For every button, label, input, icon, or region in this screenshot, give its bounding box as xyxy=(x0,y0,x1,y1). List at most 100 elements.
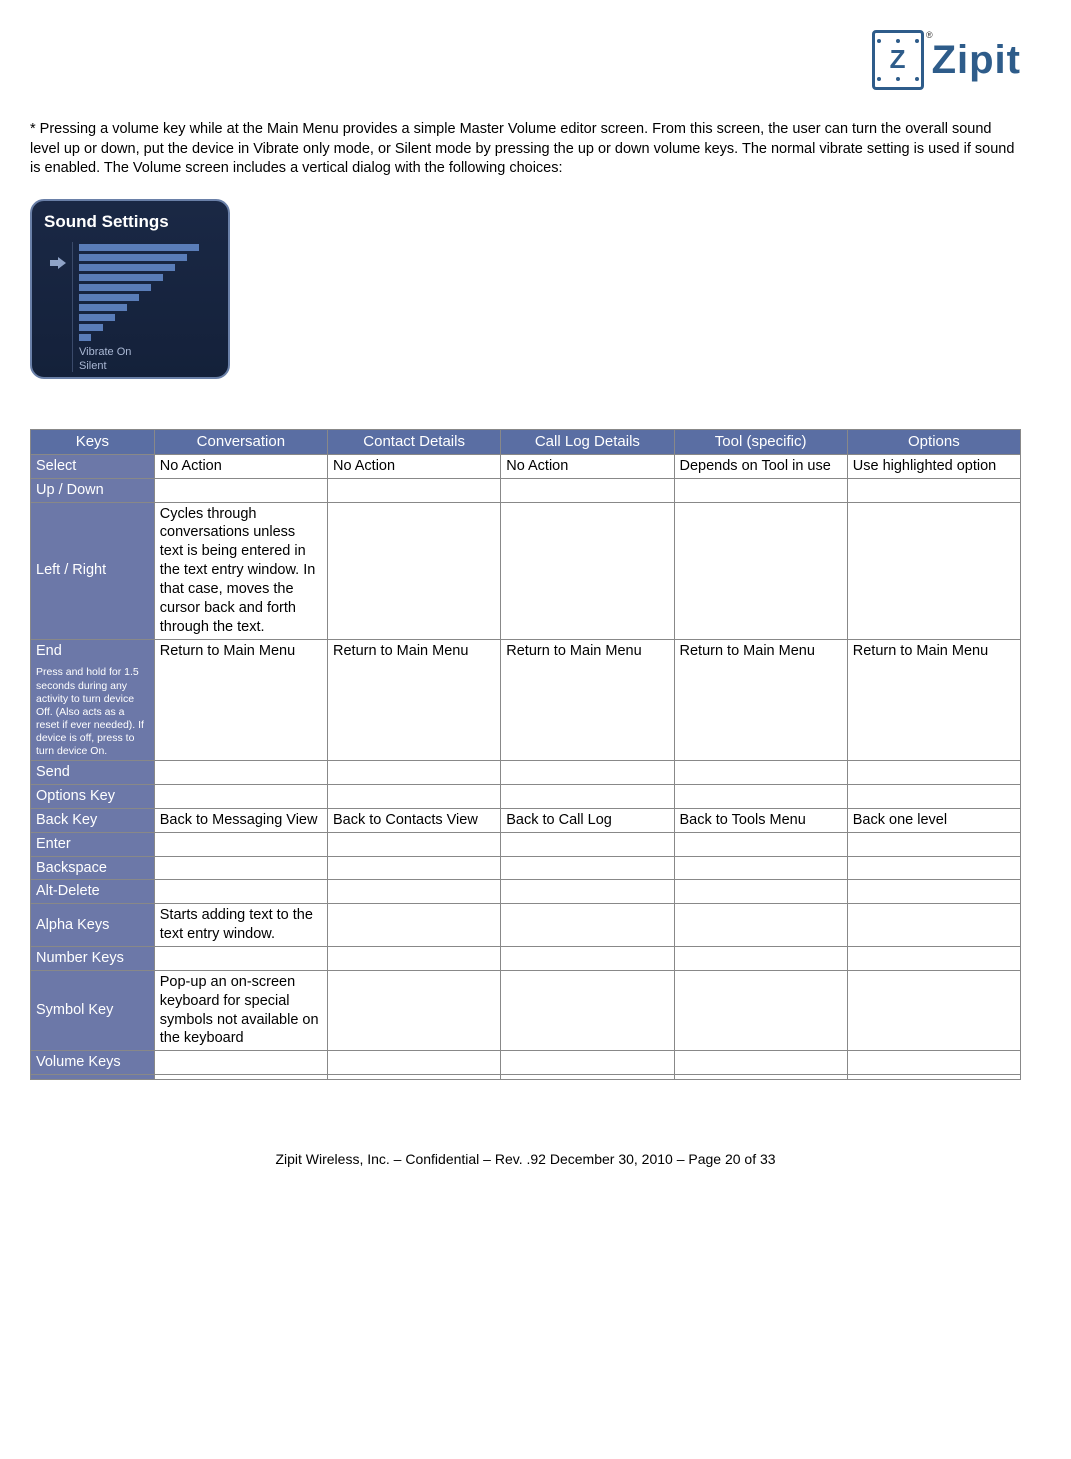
keys-table: KeysConversationContact DetailsCall Log … xyxy=(30,429,1021,1080)
table-cell xyxy=(328,856,501,880)
table-row: Number Keys xyxy=(31,947,1021,971)
table-row: Send xyxy=(31,761,1021,785)
table-cell: Return to Main Menu xyxy=(501,639,674,761)
table-cell xyxy=(674,761,847,785)
key-cell: Number Keys xyxy=(31,947,155,971)
table-header: Tool (specific) xyxy=(674,429,847,454)
key-cell: Alpha Keys xyxy=(31,904,155,947)
table-cell: No Action xyxy=(154,454,327,478)
table-cell: Back to Contacts View xyxy=(328,808,501,832)
key-cell: Back Key xyxy=(31,808,155,832)
table-cell xyxy=(501,832,674,856)
sound-label-silent: Silent xyxy=(79,359,199,373)
table-row: Symbol KeyPop-up an on-screen keyboard f… xyxy=(31,970,1021,1050)
table-cell xyxy=(154,832,327,856)
key-cell: Symbol Key xyxy=(31,970,155,1050)
table-cell xyxy=(328,1051,501,1075)
table-cell xyxy=(674,856,847,880)
table-cell xyxy=(501,904,674,947)
table-cell xyxy=(328,478,501,502)
table-cell xyxy=(328,785,501,809)
table-cell xyxy=(674,785,847,809)
table-row: Alt-Delete xyxy=(31,880,1021,904)
table-cell xyxy=(328,904,501,947)
table-header: Options xyxy=(847,429,1020,454)
key-cell: Up / Down xyxy=(31,478,155,502)
table-cell xyxy=(154,1051,327,1075)
table-row: Enter xyxy=(31,832,1021,856)
table-cell: Return to Main Menu xyxy=(847,639,1020,761)
table-cell: Depends on Tool in use xyxy=(674,454,847,478)
table-cell xyxy=(847,502,1020,639)
table-cell xyxy=(674,947,847,971)
table-row: EndPress and hold for 1.5 seconds during… xyxy=(31,639,1021,761)
table-row: Up / Down xyxy=(31,478,1021,502)
table-cell xyxy=(154,1075,327,1080)
table-cell: Return to Main Menu xyxy=(328,639,501,761)
table-cell xyxy=(328,761,501,785)
table-cell xyxy=(674,970,847,1050)
table-cell xyxy=(847,785,1020,809)
table-cell xyxy=(501,856,674,880)
table-row: Backspace xyxy=(31,856,1021,880)
table-header: Keys xyxy=(31,429,155,454)
key-cell: Send xyxy=(31,761,155,785)
sound-settings-card: Sound Settings Vibrate On Silent xyxy=(30,199,230,379)
table-row: Alpha KeysStarts adding text to the text… xyxy=(31,904,1021,947)
key-cell: Select xyxy=(31,454,155,478)
table-row: Left / RightCycles through conversations… xyxy=(31,502,1021,639)
key-cell: Options Key xyxy=(31,785,155,809)
table-cell xyxy=(501,970,674,1050)
table-cell xyxy=(154,761,327,785)
table-cell xyxy=(501,502,674,639)
table-cell: Cycles through conversations unless text… xyxy=(154,502,327,639)
key-cell: Enter xyxy=(31,832,155,856)
table-cell xyxy=(847,856,1020,880)
table-cell: Back to Call Log xyxy=(501,808,674,832)
table-cell: Starts adding text to the text entry win… xyxy=(154,904,327,947)
table-cell xyxy=(847,904,1020,947)
table-cell xyxy=(328,502,501,639)
table-cell xyxy=(501,1075,674,1080)
table-cell xyxy=(328,880,501,904)
key-cell: Left / Right xyxy=(31,502,155,639)
table-cell: Pop-up an on-screen keyboard for special… xyxy=(154,970,327,1050)
key-cell: EndPress and hold for 1.5 seconds during… xyxy=(31,639,155,761)
table-cell xyxy=(501,947,674,971)
table-cell xyxy=(847,832,1020,856)
table-row: Options Key xyxy=(31,785,1021,809)
table-cell xyxy=(674,832,847,856)
arrow-right-icon xyxy=(50,256,66,268)
table-cell xyxy=(154,478,327,502)
table-cell: Use highlighted option xyxy=(847,454,1020,478)
table-header: Contact Details xyxy=(328,429,501,454)
table-cell xyxy=(154,947,327,971)
table-cell: No Action xyxy=(328,454,501,478)
table-cell: Back one level xyxy=(847,808,1020,832)
key-cell: Backspace xyxy=(31,856,155,880)
table-cell xyxy=(847,880,1020,904)
table-row xyxy=(31,1075,1021,1080)
table-cell xyxy=(847,1075,1020,1080)
table-cell: Back to Messaging View xyxy=(154,808,327,832)
table-cell xyxy=(154,880,327,904)
table-row: SelectNo ActionNo ActionNo ActionDepends… xyxy=(31,454,1021,478)
intro-paragraph: * Pressing a volume key while at the Mai… xyxy=(30,120,1021,179)
volume-bars-icon xyxy=(79,244,199,341)
page-footer: Zipit Wireless, Inc. – Confidential – Re… xyxy=(30,1150,1021,1169)
table-cell xyxy=(328,1075,501,1080)
table-cell xyxy=(847,1051,1020,1075)
key-cell: Alt-Delete xyxy=(31,880,155,904)
table-header: Conversation xyxy=(154,429,327,454)
table-cell xyxy=(847,761,1020,785)
table-cell xyxy=(674,1051,847,1075)
key-cell xyxy=(31,1075,155,1080)
table-cell xyxy=(501,1051,674,1075)
logo-text: Zipit xyxy=(932,33,1021,87)
table-cell: Return to Main Menu xyxy=(674,639,847,761)
table-cell xyxy=(674,1075,847,1080)
table-cell xyxy=(328,970,501,1050)
logo-badge-icon: Z xyxy=(872,30,924,90)
sound-divider xyxy=(72,242,73,372)
table-cell xyxy=(501,761,674,785)
